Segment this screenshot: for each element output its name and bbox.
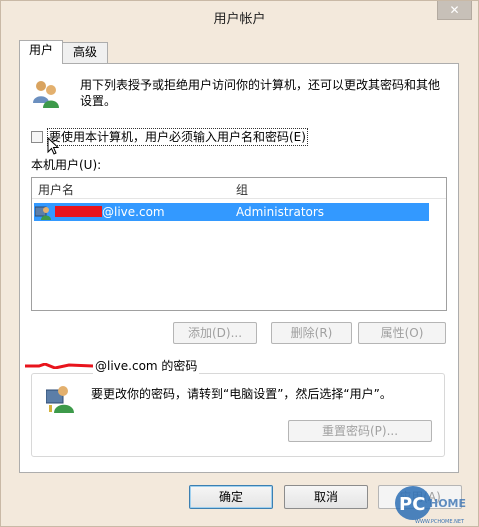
header-divider (32, 198, 446, 199)
intro-text: 用下列表授予或拒绝用户访问你的计算机，还可以更改其密码和其他设置。 (80, 78, 441, 108)
window-title: 用户帐户 (213, 12, 266, 27)
tab-advanced[interactable]: 高级 (62, 42, 108, 63)
tab-advanced-label: 高级 (72, 45, 97, 59)
ok-button[interactable]: 确定 (189, 485, 273, 509)
row-username: @live.com (102, 205, 165, 219)
require-login-label[interactable]: 要使用本计算机，用户必须输入用户名和密码(E) (47, 128, 308, 146)
user-key-icon (46, 386, 74, 413)
redaction-mark (55, 206, 102, 217)
cancel-button[interactable]: 取消 (284, 485, 368, 509)
mouse-pointer-icon (47, 137, 60, 155)
users-icon (33, 81, 59, 108)
add-user-button[interactable]: 添加(D)... (173, 322, 257, 344)
user-icon (35, 206, 51, 220)
svg-text:PC: PC (399, 494, 425, 515)
tab-users[interactable]: 用户 (19, 40, 63, 64)
close-icon: ✕ (449, 3, 460, 17)
pchome-watermark-logo: PC HOME WWW.PCHOME.NET (395, 486, 466, 525)
password-group-title: @live.com 的密码 (93, 358, 200, 374)
column-header-group[interactable]: 组 (236, 181, 248, 198)
user-accounts-window: 用户帐户 ✕ 用户 高级 用下列表授予或拒绝用户访问你的计算机，还可以更改其密码… (0, 0, 479, 527)
require-login-checkbox[interactable] (31, 131, 43, 143)
row-group: Administrators (236, 205, 325, 219)
svg-text:HOME: HOME (429, 497, 466, 510)
column-header-username[interactable]: 用户名 (38, 181, 74, 198)
redaction-mark (25, 363, 93, 369)
close-button[interactable]: ✕ (437, 1, 472, 20)
svg-text:WWW.PCHOME.NET: WWW.PCHOME.NET (415, 519, 465, 525)
remove-user-button[interactable]: 删除(R) (271, 322, 352, 344)
reset-password-button[interactable]: 重置密码(P)... (288, 420, 432, 442)
tab-users-label: 用户 (28, 43, 53, 57)
password-instructions: 要更改你的密码，请转到“电脑设置”，然后选择“用户”。 (91, 387, 392, 401)
properties-button[interactable]: 属性(O) (358, 322, 446, 344)
local-users-label: 本机用户(U): (31, 158, 102, 172)
title-bar[interactable]: 用户帐户 ✕ (1, 1, 478, 31)
